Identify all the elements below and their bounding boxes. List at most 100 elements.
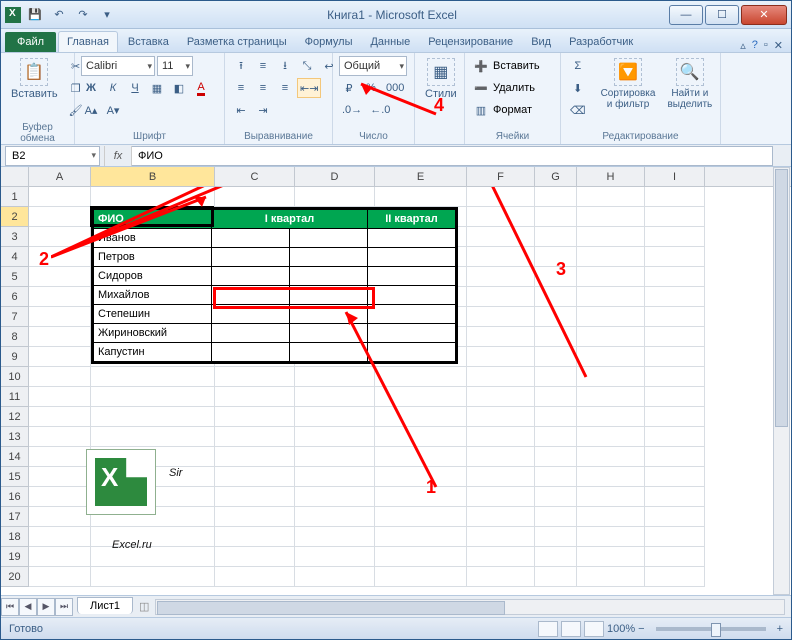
cell[interactable] (645, 507, 705, 527)
decrease-decimal-icon[interactable]: ←.0 (367, 100, 393, 120)
cell[interactable] (29, 287, 91, 307)
tab-file[interactable]: Файл (5, 32, 56, 52)
vertical-scrollbar[interactable] (773, 167, 790, 595)
cell[interactable] (645, 267, 705, 287)
cell[interactable] (215, 407, 295, 427)
cell[interactable] (645, 547, 705, 567)
minimize-button[interactable]: — (669, 5, 703, 25)
clear-icon[interactable]: ⌫ (567, 100, 589, 120)
cell[interactable] (467, 507, 535, 527)
sheet-nav-next-icon[interactable]: ▶ (37, 598, 55, 616)
cell[interactable] (577, 507, 645, 527)
row-header[interactable]: 16 (1, 487, 29, 507)
cell[interactable] (29, 547, 91, 567)
col-header-d[interactable]: D (295, 167, 375, 186)
increase-indent-icon[interactable]: ⇥ (253, 100, 273, 120)
zoom-slider[interactable] (656, 627, 766, 631)
cell[interactable] (535, 467, 577, 487)
col-header-a[interactable]: A (29, 167, 91, 186)
tab-view[interactable]: Вид (523, 32, 559, 52)
italic-button[interactable]: К (103, 78, 123, 98)
cell[interactable] (375, 467, 467, 487)
cell[interactable] (535, 527, 577, 547)
cell[interactable] (577, 527, 645, 547)
percent-icon[interactable]: % (361, 78, 381, 98)
tab-formulas[interactable]: Формулы (297, 32, 361, 52)
cell[interactable] (535, 267, 577, 287)
cell[interactable] (91, 427, 215, 447)
tab-page-layout[interactable]: Разметка страницы (179, 32, 295, 52)
row-header[interactable]: 15 (1, 467, 29, 487)
sort-filter-button[interactable]: 🔽 Сортировка и фильтр (597, 56, 660, 112)
comma-icon[interactable]: 000 (383, 78, 407, 98)
cell[interactable] (295, 447, 375, 467)
table-row[interactable]: Михайлов (94, 286, 212, 305)
qat-redo-icon[interactable]: ↷ (73, 5, 93, 25)
row-header[interactable]: 13 (1, 427, 29, 447)
cell[interactable] (577, 547, 645, 567)
cell[interactable] (29, 567, 91, 587)
cell[interactable] (215, 507, 295, 527)
cell[interactable] (467, 447, 535, 467)
new-sheet-icon[interactable]: ◫ (139, 600, 149, 613)
cell[interactable] (215, 467, 295, 487)
find-select-button[interactable]: 🔍 Найти и выделить (663, 56, 716, 112)
cell[interactable] (467, 547, 535, 567)
cell[interactable] (29, 207, 91, 227)
cell[interactable] (535, 487, 577, 507)
cell[interactable] (577, 447, 645, 467)
align-bottom-icon[interactable]: ⭳ (275, 56, 295, 76)
cell[interactable] (535, 207, 577, 227)
table-row[interactable]: Степешин (94, 305, 212, 324)
cell[interactable] (467, 227, 535, 247)
col-header-f[interactable]: F (467, 167, 535, 186)
tab-data[interactable]: Данные (362, 32, 418, 52)
table-row[interactable]: Иванов (94, 229, 212, 248)
cell[interactable] (645, 407, 705, 427)
cell[interactable] (645, 467, 705, 487)
cell[interactable] (535, 547, 577, 567)
orientation-icon[interactable]: ⤡ (297, 56, 317, 76)
fx-icon[interactable]: fx (104, 146, 132, 166)
row-header[interactable]: 1 (1, 187, 29, 207)
tab-review[interactable]: Рецензирование (420, 32, 521, 52)
number-format-combo[interactable]: Общий (339, 56, 407, 76)
cell[interactable] (535, 327, 577, 347)
cell[interactable] (645, 527, 705, 547)
autosum-icon[interactable]: Σ (567, 56, 589, 76)
align-middle-icon[interactable]: ≡ (253, 56, 273, 76)
table-row[interactable]: Жириновский (94, 324, 212, 343)
zoom-level[interactable]: 100% (607, 623, 635, 635)
qat-save-icon[interactable]: 💾 (25, 5, 45, 25)
border-button[interactable]: ▦ (147, 78, 167, 98)
row-header[interactable]: 14 (1, 447, 29, 467)
cell[interactable] (577, 187, 645, 207)
cell[interactable] (375, 487, 467, 507)
cell[interactable] (577, 307, 645, 327)
insert-cells-icon[interactable]: ➕ (471, 56, 491, 76)
row-header[interactable]: 6 (1, 287, 29, 307)
cell[interactable] (29, 267, 91, 287)
align-left-icon[interactable]: ≡ (231, 78, 251, 98)
cell[interactable] (295, 427, 375, 447)
cell[interactable] (215, 487, 295, 507)
cell[interactable] (467, 327, 535, 347)
cell[interactable] (467, 267, 535, 287)
cell[interactable] (29, 527, 91, 547)
cell[interactable] (29, 387, 91, 407)
cell[interactable] (215, 367, 295, 387)
qat-undo-icon[interactable]: ↶ (49, 5, 69, 25)
row-header[interactable]: 2 (1, 207, 29, 227)
close-button[interactable]: ✕ (741, 5, 787, 25)
fill-icon[interactable]: ⬇ (567, 78, 589, 98)
cell[interactable] (645, 307, 705, 327)
help-icon[interactable]: ? (752, 39, 758, 52)
view-page-break-icon[interactable] (584, 621, 604, 637)
cell[interactable] (215, 427, 295, 447)
sheet-nav-last-icon[interactable]: ⏭ (55, 598, 73, 616)
cell[interactable] (295, 187, 375, 207)
cell[interactable] (467, 407, 535, 427)
row-header[interactable]: 20 (1, 567, 29, 587)
decrease-indent-icon[interactable]: ⇤ (231, 100, 251, 120)
cell[interactable] (29, 467, 91, 487)
